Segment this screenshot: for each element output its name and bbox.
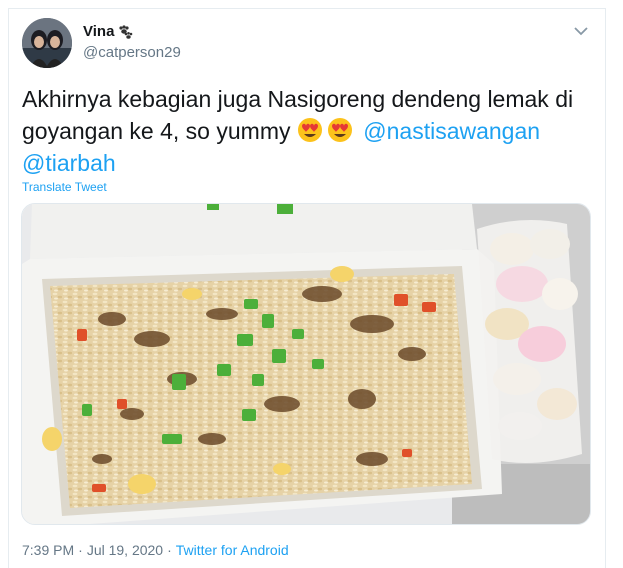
- meta-separator: ·: [78, 542, 83, 558]
- paw-prints-icon: [119, 24, 133, 39]
- heart-eyes-emoji: [327, 118, 352, 142]
- display-name-row[interactable]: Vina: [83, 23, 133, 40]
- mention-link[interactable]: @tiarbah: [22, 150, 116, 176]
- tweet-client-link[interactable]: Twitter for Android: [176, 542, 289, 558]
- meta-separator: ·: [167, 542, 172, 558]
- fried-rice-photo: [22, 204, 590, 524]
- tweet-date[interactable]: Jul 19, 2020: [87, 542, 163, 558]
- tweet-metadata: 7:39 PM · Jul 19, 2020 · Twitter for And…: [22, 542, 289, 558]
- translate-tweet-link[interactable]: Translate Tweet: [22, 180, 107, 194]
- avatar-image: [22, 18, 72, 68]
- tweet-time[interactable]: 7:39 PM: [22, 542, 74, 558]
- avatar[interactable]: [22, 18, 72, 68]
- chevron-down-icon[interactable]: [574, 26, 588, 36]
- display-name[interactable]: Vina: [83, 23, 114, 40]
- tweet-photo[interactable]: [21, 203, 591, 525]
- heart-eyes-emoji: [297, 118, 322, 142]
- tweet-text: Akhirnya kebagian juga Nasigoreng denden…: [22, 83, 592, 179]
- mention-link[interactable]: @nastisawangan: [363, 118, 540, 144]
- user-handle[interactable]: @catperson29: [83, 44, 181, 61]
